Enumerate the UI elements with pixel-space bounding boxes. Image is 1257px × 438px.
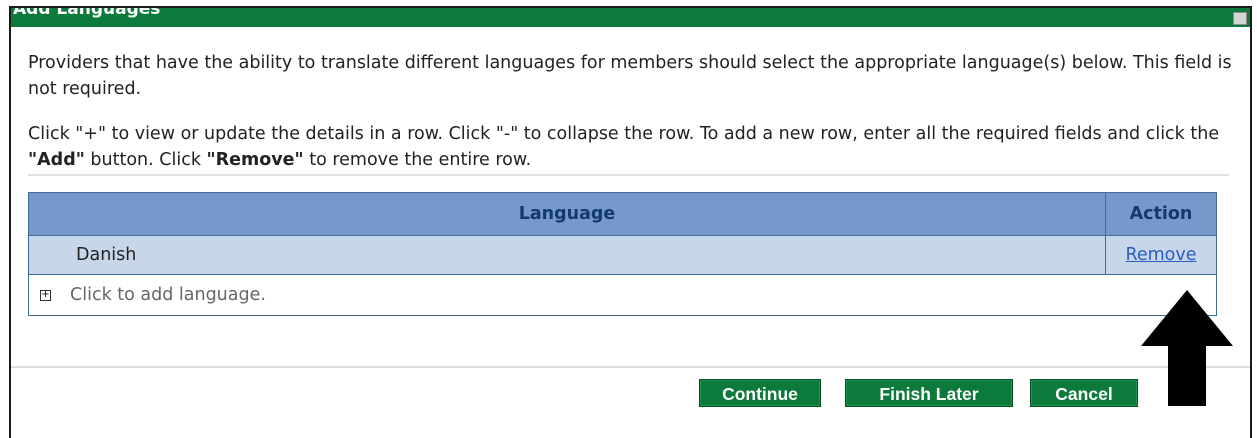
- instructions-part1: Click "+" to view or update the details …: [28, 124, 1220, 144]
- remove-link[interactable]: Remove: [1125, 245, 1196, 265]
- cancel-button[interactable]: Cancel: [1030, 379, 1138, 407]
- up-arrow-icon: [1141, 290, 1233, 406]
- add-language-label[interactable]: Click to add language.: [70, 285, 266, 305]
- finish-later-button[interactable]: Finish Later: [845, 379, 1013, 407]
- divider: [28, 174, 1229, 176]
- plus-box-icon[interactable]: +: [40, 289, 51, 301]
- table-header-row: Language Action: [28, 192, 1217, 236]
- instructions-text: Click "+" to view or update the details …: [28, 121, 1238, 173]
- continue-button[interactable]: Continue: [699, 379, 821, 407]
- instructions-part3: to remove the entire row.: [303, 150, 532, 170]
- close-icon[interactable]: [1233, 12, 1247, 25]
- languages-table: Language Action Danish Remove + Click to …: [28, 192, 1217, 316]
- instructions-add-keyword: "Add": [28, 150, 85, 170]
- dialog-title: Add Languages: [13, 8, 161, 19]
- dialog-titlebar: Add Languages: [11, 8, 1250, 27]
- table-row: Danish Remove: [28, 235, 1217, 275]
- instructions-remove-keyword: "Remove": [206, 150, 304, 170]
- footer-divider: [11, 366, 1250, 368]
- language-column-header: Language: [28, 192, 1106, 236]
- add-language-cell[interactable]: + Click to add language.: [28, 274, 1217, 316]
- action-cell: Remove: [1105, 235, 1217, 275]
- intro-text: Providers that have the ability to trans…: [28, 53, 1232, 99]
- dialog-window: Add Languages Providers that have the ab…: [9, 6, 1252, 438]
- instructions-part2: button. Click: [84, 150, 207, 170]
- language-cell: Danish: [28, 235, 1106, 275]
- add-language-row[interactable]: + Click to add language.: [28, 274, 1217, 316]
- action-column-header: Action: [1105, 192, 1217, 236]
